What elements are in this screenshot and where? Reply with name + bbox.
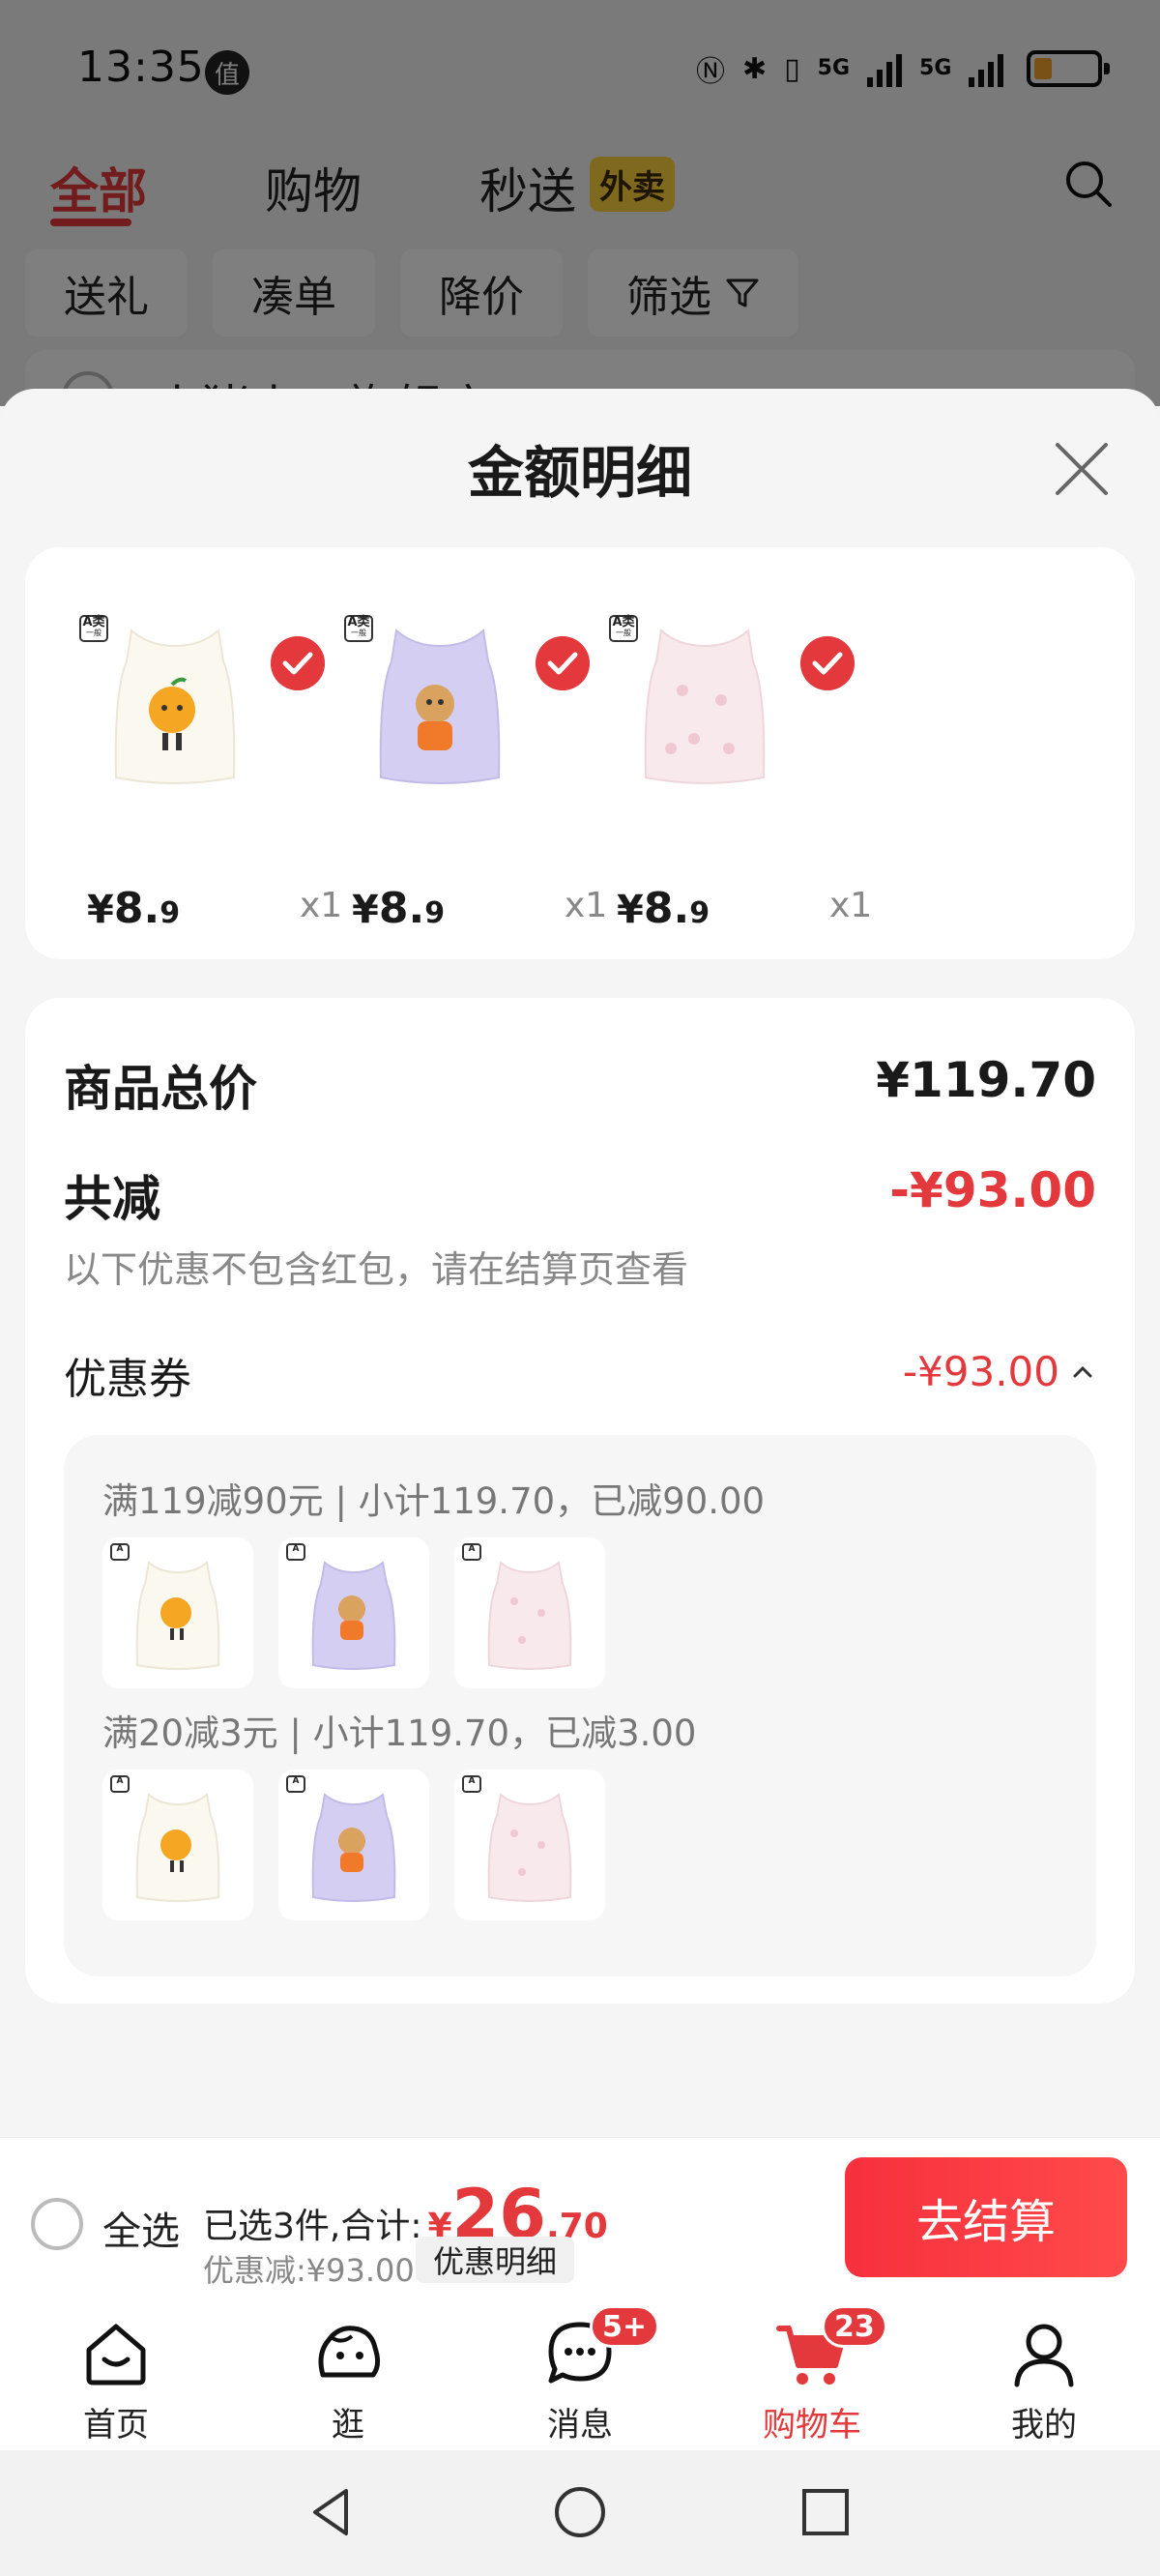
nav-profile[interactable]: 我的 xyxy=(947,2315,1141,2444)
amount-detail-sheet: 金额明细 A类 一般 ¥8.9 x1 A类 一般 ¥8.9 x1 A类 一般 ¥… xyxy=(0,389,1160,2137)
sheet-title: 金额明细 xyxy=(467,440,692,506)
thumb-vest-pink: A xyxy=(454,1537,605,1688)
checkout-button[interactable]: 去结算 xyxy=(845,2157,1127,2277)
checked-icon[interactable] xyxy=(800,636,855,690)
coupon-toggle[interactable]: -¥93.00 xyxy=(903,1348,1096,1395)
select-all-checkbox[interactable] xyxy=(31,2198,83,2250)
goods-total-label: 商品总价 xyxy=(64,1061,257,1117)
nav-browse[interactable]: 逛 xyxy=(251,2315,445,2444)
thumb-vest-orange: A xyxy=(102,1770,253,1920)
cart-badge: 23 xyxy=(822,2305,887,2348)
chevron-up-icon xyxy=(1073,1365,1092,1377)
price-breakdown-card: 商品总价 ¥119.70 共减 -¥93.00 以下优惠不包含红包，请在结算页查… xyxy=(25,998,1135,2004)
product-qty: x1 xyxy=(829,886,873,925)
browse-icon xyxy=(318,2326,381,2378)
coupon-product-thumbs: A A A xyxy=(102,1770,605,1920)
thumb-vest-purple: A xyxy=(278,1770,429,1920)
category-a-badge: A类 一般 xyxy=(609,615,638,642)
thumb-vest-purple: A xyxy=(278,1537,429,1688)
category-a-badge: A类 一般 xyxy=(344,615,373,642)
total-reduction-value: -¥93.00 xyxy=(889,1162,1096,1218)
thumb-vest-pink: A xyxy=(454,1770,605,1920)
nav-home[interactable]: 首页 xyxy=(19,2315,213,2444)
selected-products-card: A类 一般 ¥8.9 x1 A类 一般 ¥8.9 x1 A类 一般 ¥8.9 x… xyxy=(25,547,1135,959)
back-icon[interactable] xyxy=(302,2481,363,2543)
product-item[interactable]: A类 一般 ¥8.9 x1 xyxy=(594,603,872,933)
recents-icon[interactable] xyxy=(795,2481,856,2543)
coupon-product-thumbs: A A A xyxy=(102,1537,605,1688)
product-price: ¥8.9 xyxy=(352,884,446,933)
system-nav-bar xyxy=(0,2450,1160,2576)
discount-amount: 优惠减:¥93.00 xyxy=(203,2252,415,2289)
checkout-bar: 全选 已选3件,合计: ¥ 26 .70 优惠减:¥93.00 优惠明细 去结算 xyxy=(0,2137,1160,2296)
coupon-rule: 满119减90元 | 小计119.70，已减90.00 xyxy=(102,1480,766,1522)
checked-icon[interactable] xyxy=(536,636,590,690)
close-icon[interactable] xyxy=(1050,437,1114,501)
nav-messages[interactable]: 消息 5+ xyxy=(483,2305,677,2444)
profile-icon xyxy=(1014,2324,1074,2387)
product-price: ¥8.9 xyxy=(617,884,710,933)
thumb-vest-orange: A xyxy=(102,1537,253,1688)
reduction-note: 以下优惠不包含红包，请在结算页查看 xyxy=(64,1248,689,1291)
coupon-rule: 满20减3元 | 小计119.70，已减3.00 xyxy=(102,1712,697,1754)
goods-total-value: ¥119.70 xyxy=(876,1052,1096,1108)
message-badge: 5+ xyxy=(590,2305,660,2348)
discount-detail-button[interactable]: 优惠明细 xyxy=(416,2237,575,2283)
coupon-details-box: 满119减90元 | 小计119.70，已减90.00 A A A 满20减3元… xyxy=(64,1435,1096,1976)
product-item[interactable]: A类 一般 ¥8.9 x1 xyxy=(64,603,342,933)
total-reduction-label: 共减 xyxy=(64,1171,160,1227)
product-item[interactable]: A类 一般 ¥8.9 x1 xyxy=(329,603,607,933)
home-circle-icon[interactable] xyxy=(549,2481,611,2543)
category-a-badge: A类 一般 xyxy=(79,615,108,642)
checked-icon[interactable] xyxy=(271,636,325,690)
nav-cart[interactable]: 购物车 23 xyxy=(715,2305,909,2444)
home-icon xyxy=(86,2324,146,2386)
select-all-label[interactable]: 全选 xyxy=(102,2200,180,2256)
coupon-value: -¥93.00 xyxy=(902,1348,1059,1395)
dim-overlay[interactable] xyxy=(0,0,1160,406)
product-price: ¥8.9 xyxy=(87,884,181,933)
coupon-label: 优惠券 xyxy=(64,1355,191,1404)
bottom-nav: 首页 逛 消息 5+ 购物车 23 我的 xyxy=(0,2296,1160,2450)
